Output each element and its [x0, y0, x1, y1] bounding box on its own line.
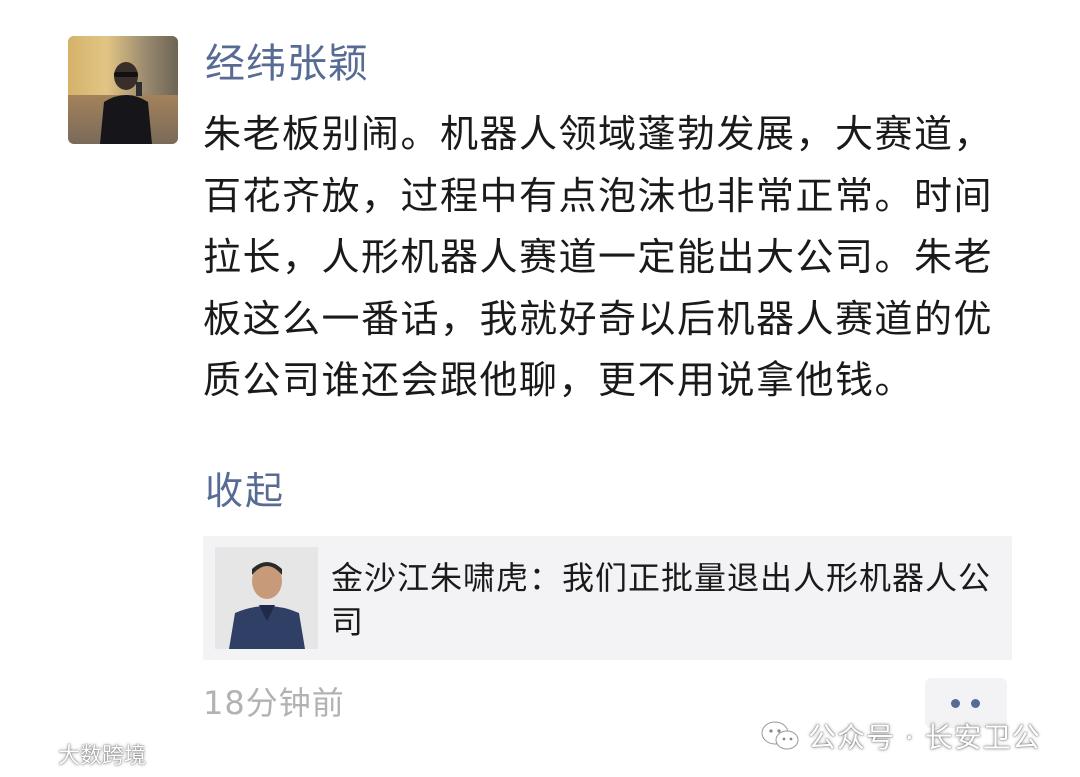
post-text: 朱老板别闹。机器人领域蓬勃发展，大赛道，百花齐放，过程中有点泡沫也非常正常。时间… [203, 112, 994, 402]
post-timestamp: 18分钟前 [203, 684, 345, 722]
shared-article-title: 金沙江朱啸虎：我们正批量退出人形机器人公司 [331, 559, 992, 641]
author-avatar[interactable] [68, 36, 178, 144]
avatar-person-figure [100, 62, 152, 144]
shared-article-thumbnail [215, 547, 318, 649]
bottom-watermark: 大数跨境 [8, 736, 146, 772]
author-name[interactable]: 经纬张颖 [205, 38, 369, 90]
watermark-logo-icon [10, 743, 49, 762]
more-dot-icon [971, 699, 980, 708]
shared-link-card[interactable]: 金沙江朱啸虎：我们正批量退出人形机器人公司 [203, 536, 1012, 660]
account-watermark-text: 公众号 · 长安卫公 [808, 721, 1041, 754]
more-dot-icon [951, 699, 960, 708]
bottom-watermark-text: 大数跨境 [58, 744, 147, 769]
collapse-link[interactable]: 收起 [205, 466, 285, 516]
wechat-logo-icon [761, 721, 799, 750]
account-watermark: 公众号 · 长安卫公 [760, 716, 1041, 756]
thumbnail-person-icon [215, 547, 318, 649]
